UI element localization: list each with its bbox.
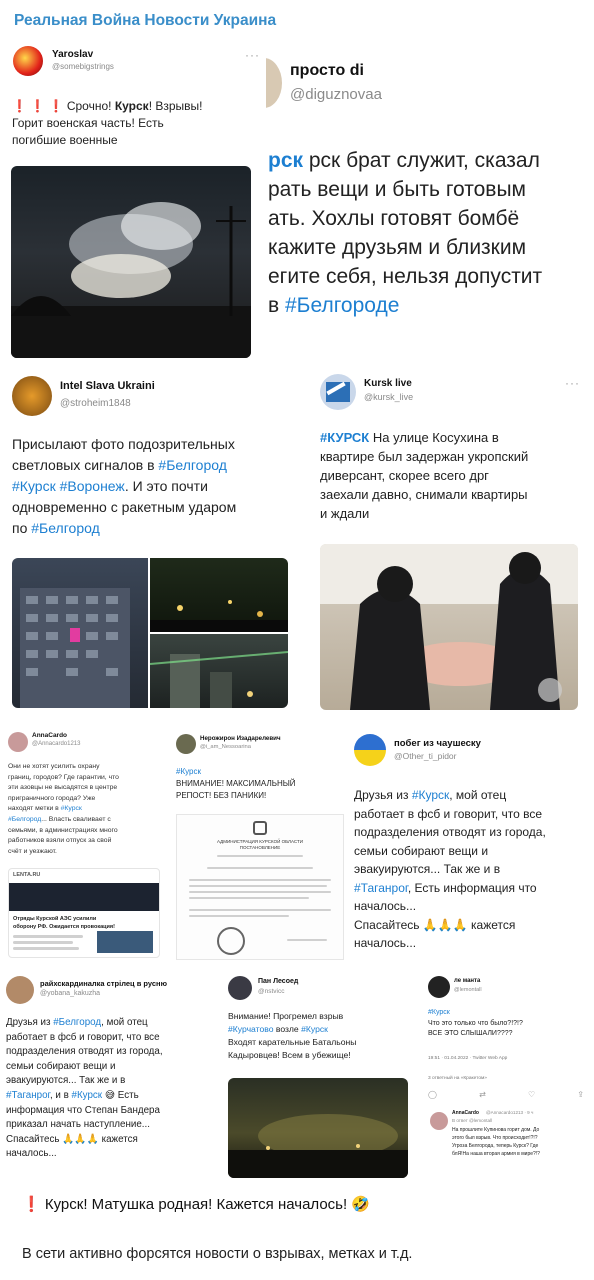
- link-preview[interactable]: LENTA.RU Отряды Курской АЭС усилили оборо…: [8, 868, 160, 958]
- tweet-text: #Курск Что это только что было?!?!? ВСЕ …: [428, 1009, 523, 1037]
- tweet-text: Друзья из #Белгород, мой отец работает в…: [6, 1017, 163, 1160]
- tweet-username: просто di: [290, 62, 364, 79]
- source-label: LENTA.RU: [13, 872, 41, 878]
- avatar: [176, 734, 196, 754]
- pray-hands-icon: 🙏🙏🙏: [422, 917, 468, 932]
- tweet-text: Друзья из #Курск, мой отец работает в фс…: [354, 788, 546, 950]
- more-options-icon: ···: [565, 376, 580, 390]
- reply-handle: @Annacardo1213 · 9 ч: [486, 1110, 534, 1115]
- tweet-handle: @yobana_kakuzha: [40, 990, 101, 997]
- tweet-text: Они не хотят усилить охрану границ, горо…: [8, 763, 119, 855]
- post-caption-text: В сети активно форсятся новости о взрыва…: [22, 1246, 413, 1262]
- avatar: [8, 732, 28, 752]
- grin-emoji-icon: 🤣: [351, 1196, 371, 1213]
- tweet-card-prosto-di: просто di @diguznovaa рск рск брат служи…: [266, 48, 594, 360]
- tweet-text-large: рск рск брат служит, сказал рать вещи и …: [268, 149, 543, 317]
- tweet-handle: @nstvicc: [258, 988, 285, 995]
- reply-username: AnnaCardo: [452, 1110, 479, 1116]
- tweet-handle: @stroheim1848: [60, 398, 131, 409]
- tweet-photo-night-glow[interactable]: [228, 1078, 408, 1178]
- alert-icon: ❗: [22, 1196, 41, 1213]
- avatar: [228, 976, 252, 1000]
- tweet-handle: @i_am_Nessoarina: [200, 744, 251, 750]
- tweet-card-kursk-live: Kursk live @kursk_live ··· #КУРСК На ули…: [316, 370, 588, 714]
- tweet-photo-night-lights[interactable]: [150, 558, 288, 632]
- tweet-photo-detention[interactable]: [320, 544, 578, 710]
- document-header: АДМИНИСТРАЦИЯ КУРСКОЙ ОБЛАСТИ ПОСТАНОВЛЕН…: [217, 839, 303, 850]
- tweet-card-yaroslav: Yaroslav @somebigstrings ··· ❗ ❗ ❗ Срочн…: [8, 42, 266, 362]
- tweet-meta: 19:51 · 01.04.2022 · Twitter Web App: [428, 1056, 508, 1061]
- document-image[interactable]: АДМИНИСТРАЦИЯ КУРСКОЙ ОБЛАСТИ ПОСТАНОВЛЕН…: [176, 814, 344, 960]
- avatar: [12, 376, 52, 416]
- alert-icon: ❗ ❗ ❗: [12, 99, 64, 113]
- retweet-count: 3 ответный на «Кракетом»: [428, 1076, 487, 1081]
- tweet-text: #КУРСК На улице Косухина в квартире был …: [320, 430, 529, 521]
- post-caption-headline: ❗ Курск! Матушка родная! Кажется началос…: [22, 1196, 371, 1213]
- reply-avatar: [430, 1112, 448, 1130]
- seal-icon: [217, 927, 245, 955]
- avatar: [6, 976, 34, 1004]
- more-options-icon: ···: [245, 48, 260, 62]
- tweet-username: райхскардиналка стрiлец в русню: [40, 979, 167, 988]
- tweet-photo-explosion[interactable]: [11, 166, 251, 358]
- tweet-card-document: Нерожирон Изадарелевич @i_am_Nessoarina …: [172, 730, 348, 962]
- tweet-card-pobeg: побег из чаушеску @Other_ti_pidor Друзья…: [352, 730, 588, 962]
- avatar: [266, 58, 282, 108]
- tweet-photo-city-night[interactable]: [150, 634, 288, 708]
- tweet-username: AnnaCardo: [32, 732, 68, 739]
- tweet-handle: @kursk_live: [364, 392, 414, 402]
- like-icon[interactable]: ♡: [528, 1090, 535, 1099]
- tweet-text: ❗ ❗ ❗ Срочно! Курск! Взрывы! Горит военс…: [12, 99, 203, 147]
- news-headline: Отряды Курской АЭС усилили оборону РФ. Ож…: [13, 916, 115, 930]
- tweet-handle: @somebigstrings: [52, 62, 114, 71]
- avatar: [320, 374, 356, 410]
- reply-icon[interactable]: ◯: [428, 1090, 437, 1099]
- grin-emoji-icon: 😅: [104, 1089, 116, 1101]
- tweet-username: Пан Лесоед: [258, 978, 299, 985]
- tweet-handle: @Annacardo1213: [32, 741, 81, 747]
- tweet-handle: @lemontall: [454, 987, 482, 993]
- tweet-username: Yaroslav: [52, 49, 94, 60]
- pray-hands-icon: 🙏🙏🙏: [62, 1133, 99, 1145]
- tweet-card-annacardo: AnnaCardo @Annacardo1213 Они не хотят ус…: [6, 728, 166, 960]
- reply-to: В ответ @lemontall: [452, 1118, 493, 1123]
- tweet-username: Kursk live: [364, 378, 412, 389]
- tweet-username: Нерожирон Изадарелевич: [200, 735, 281, 742]
- tweet-card-intel-slava: Intel Slava Ukraini @stroheim1848 Присыл…: [8, 372, 298, 712]
- avatar: [13, 46, 43, 76]
- tweet-username: побег из чаушеску: [394, 738, 481, 749]
- tweet-text: Присылают фото подозрительных светловых …: [12, 436, 237, 536]
- tweet-handle: @diguznovaa: [290, 86, 382, 103]
- tweet-handle: @Other_ti_pidor: [394, 751, 457, 761]
- tweet-card-pan-lesoed: Пан Лесоед @nstvicc Внимание! Прогремел …: [222, 972, 418, 1184]
- share-icon[interactable]: ⇪: [577, 1090, 584, 1099]
- avatar: [354, 734, 386, 766]
- channel-title[interactable]: Реальная Война Новости Украина: [14, 12, 276, 30]
- action-bar: ◯ ⇄ ♡ ⇪: [428, 1090, 584, 1099]
- reply-text: На прошлите Купинова горит дом. До этого…: [452, 1127, 540, 1157]
- tweet-text: #Курск ВНИМАНИЕ! МАКСИМАЛЬНЫЙ РЕПОСТ! БЕ…: [176, 767, 296, 800]
- tweet-photo-building[interactable]: [12, 558, 148, 708]
- tweet-username: Intel Slava Ukraini: [60, 380, 155, 392]
- tweet-text: Внимание! Прогремел взрыв #Курчатово воз…: [228, 1011, 357, 1060]
- tweet-card-reichscardinal: райхскардиналка стрiлец в русню @yobana_…: [4, 972, 216, 1184]
- tweet-card-lemanta: ле манта @lemontall #Курск Что это тольк…: [424, 972, 590, 1184]
- avatar: [428, 976, 450, 998]
- tweet-username: ле манта: [454, 978, 481, 984]
- retweet-icon[interactable]: ⇄: [479, 1090, 486, 1099]
- emblem-icon: [253, 821, 267, 835]
